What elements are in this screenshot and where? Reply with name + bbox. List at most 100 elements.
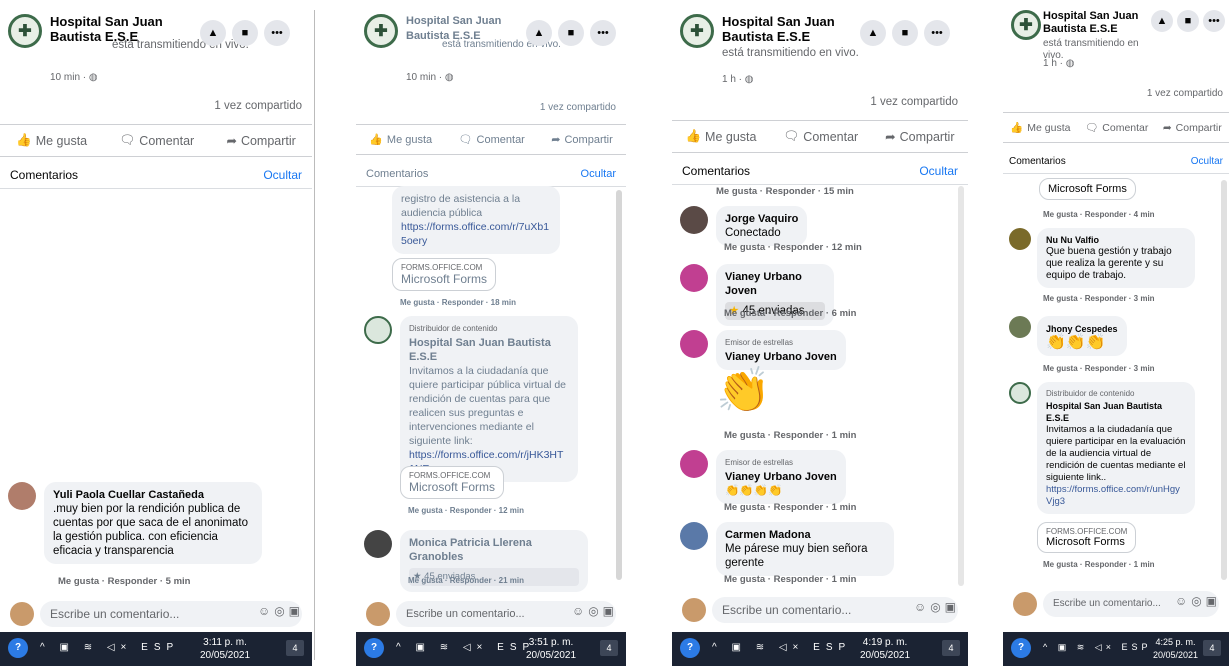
share-button[interactable]: ➦ Compartir [226, 133, 295, 149]
help-icon[interactable]: ? [1011, 638, 1031, 658]
composer-tools[interactable]: ☺◎▣ [914, 600, 960, 614]
avatar[interactable] [680, 264, 708, 292]
share-button[interactable]: ➦ Compartir [1163, 121, 1222, 134]
bell-icon[interactable]: ▲ [200, 20, 226, 46]
avatar[interactable] [364, 316, 392, 344]
avatar[interactable] [1009, 382, 1031, 404]
commenter-name[interactable]: Nu Nu Valfio [1046, 234, 1186, 246]
clock[interactable]: 4:25 p. m. 20/05/2021 [1153, 636, 1198, 662]
comment-meta[interactable]: Me gusta · Responder · 1 min [1043, 560, 1155, 569]
comment-meta[interactable]: Me gusta · Responder · 18 min [400, 298, 516, 307]
messenger-icon[interactable]: ■ [892, 20, 918, 46]
bell-icon[interactable]: ▲ [526, 20, 552, 46]
comment-meta[interactable]: Me gusta · Responder · 12 min [724, 242, 862, 253]
share-count[interactable]: 1 vez compartido [1147, 88, 1223, 99]
commenter-name[interactable]: Hospital San Juan Bautista E.S.E [409, 336, 569, 364]
comment-meta[interactable]: Me gusta · Responder · 4 min [1043, 210, 1155, 219]
avatar[interactable] [680, 450, 708, 478]
like-button[interactable]: 👍 Me gusta [16, 133, 87, 148]
help-icon[interactable]: ? [8, 638, 28, 658]
commenter-name[interactable]: Hospital San Juan Bautista E.S.E [1046, 400, 1186, 424]
comment-meta[interactable]: Me gusta · Responder · 5 min [58, 576, 191, 587]
comment-meta[interactable]: Me gusta · Responder · 1 min [724, 574, 857, 585]
more-options-icon[interactable]: ••• [264, 20, 290, 46]
notification-icon[interactable]: 4 [942, 640, 960, 656]
comment-meta[interactable]: Me gusta · Responder · 15 min [716, 186, 854, 197]
avatar[interactable] [8, 482, 36, 510]
comment-meta[interactable]: Me gusta · Responder · 6 min [724, 308, 857, 319]
avatar[interactable] [1009, 228, 1031, 250]
comment-meta[interactable]: Me gusta · Responder · 21 min [408, 576, 524, 585]
avatar[interactable] [680, 206, 708, 234]
share-count[interactable]: 1 vez compartido [540, 102, 616, 113]
commenter-name[interactable]: Yuli Paola Cuellar Castañeda [53, 488, 253, 502]
comment-button[interactable]: 🗨 Comentar [459, 133, 525, 147]
notification-icon[interactable]: 4 [1203, 640, 1221, 656]
comment-meta[interactable]: Me gusta · Responder · 1 min [724, 502, 857, 513]
comment-icon: 🗨 [1084, 122, 1099, 134]
comment-link[interactable]: https://forms.office.com/r/7uXb15oery [401, 220, 551, 248]
avatar[interactable] [1009, 316, 1031, 338]
clock[interactable]: 3:11 p. m. 20/05/2021 [200, 636, 250, 662]
composer-tools[interactable]: ☺◎▣ [572, 604, 618, 618]
page-logo[interactable]: ✚ [680, 14, 714, 48]
tray-icons[interactable]: ^ ▣ ≋ ◁× ESP [396, 642, 535, 653]
comment-link[interactable]: https://forms.office.com/r/unHgyVjg3 [1046, 484, 1186, 508]
commenter-name[interactable]: Monica Patricia Llerena Granobles [409, 536, 579, 564]
help-icon[interactable]: ? [364, 638, 384, 658]
help-icon[interactable]: ? [680, 638, 700, 658]
bell-icon[interactable]: ▲ [860, 20, 886, 46]
share-button[interactable]: ➦ Compartir [551, 133, 613, 147]
avatar[interactable] [364, 530, 392, 558]
like-button[interactable]: 👍 Me gusta [685, 129, 756, 144]
avatar[interactable] [680, 522, 708, 550]
messenger-icon[interactable]: ■ [1177, 10, 1199, 32]
share-count[interactable]: 1 vez compartido [870, 96, 958, 108]
tray-icons[interactable]: ^ ▣ ≋ ◁× ESP [40, 642, 179, 653]
link-preview-card[interactable]: FORMS.OFFICE.COM Microsoft Forms [1037, 522, 1137, 553]
comment-meta[interactable]: Me gusta · Responder · 3 min [1043, 294, 1155, 303]
hide-comments-link[interactable]: Ocultar [919, 164, 958, 178]
commenter-name[interactable]: Jorge Vaquiro [725, 212, 798, 226]
commenter-name[interactable]: Carmen Madona [725, 528, 885, 542]
comment-button[interactable]: 🗨 Comentar [783, 129, 858, 144]
tray-icons[interactable]: ^ ▣ ≋ ◁× ESP [1043, 642, 1151, 653]
hide-comments-link[interactable]: Ocultar [1191, 156, 1223, 167]
hide-comments-link[interactable]: Ocultar [263, 168, 302, 182]
clock[interactable]: 3:51 p. m. 20/05/2021 [526, 636, 576, 662]
like-button[interactable]: 👍 Me gusta [1010, 121, 1070, 135]
comment-meta[interactable]: Me gusta · Responder · 3 min [1043, 364, 1155, 373]
composer-tools[interactable]: ☺◎▣ [1175, 594, 1221, 608]
notification-icon[interactable]: 4 [286, 640, 304, 656]
page-name[interactable]: Hospital San Juan Bautista E.S.E [722, 14, 852, 44]
tray-icons[interactable]: ^ ▣ ≋ ◁× ESP [712, 642, 851, 653]
messenger-icon[interactable]: ■ [232, 20, 258, 46]
notification-icon[interactable]: 4 [600, 640, 618, 656]
commenter-name[interactable]: Vianey Urbano Joven [725, 270, 825, 298]
page-logo[interactable]: ✚ [364, 14, 398, 48]
more-options-icon[interactable]: ••• [1203, 10, 1225, 32]
clock[interactable]: 4:19 p. m. 20/05/2021 [860, 636, 910, 662]
messenger-icon[interactable]: ■ [558, 20, 584, 46]
comment-button[interactable]: 🗨 Comentar [1084, 121, 1148, 135]
commenter-name[interactable]: Vianey Urbano Joven [725, 470, 837, 484]
link-preview-card[interactable]: Microsoft Forms [1039, 178, 1136, 200]
page-logo[interactable]: ✚ [8, 14, 42, 48]
share-count[interactable]: 1 vez compartido [214, 100, 302, 112]
more-options-icon[interactable]: ••• [924, 20, 950, 46]
avatar[interactable] [680, 330, 708, 358]
like-button[interactable]: 👍 Me gusta [369, 133, 432, 147]
bell-icon[interactable]: ▲ [1151, 10, 1173, 32]
share-button[interactable]: ➦ Compartir [885, 129, 954, 145]
link-preview-card[interactable]: FORMS.OFFICE.COM Microsoft Forms [392, 258, 497, 291]
page-name[interactable]: Hospital San Juan Bautista E.S.E [1043, 10, 1143, 36]
link-preview-card[interactable]: FORMS.OFFICE.COM Microsoft Forms [400, 466, 505, 499]
page-logo[interactable]: ✚ [1011, 10, 1041, 40]
comment-button[interactable]: 🗨 Comentar [119, 133, 194, 148]
hide-comments-link[interactable]: Ocultar [581, 168, 616, 180]
comment-meta[interactable]: Me gusta · Responder · 12 min [408, 506, 524, 515]
more-options-icon[interactable]: ••• [590, 20, 616, 46]
commenter-name[interactable]: Vianey Urbano Joven [725, 350, 837, 364]
composer-tools[interactable]: ☺◎▣ [258, 604, 304, 618]
comment-meta[interactable]: Me gusta · Responder · 1 min [724, 430, 857, 441]
